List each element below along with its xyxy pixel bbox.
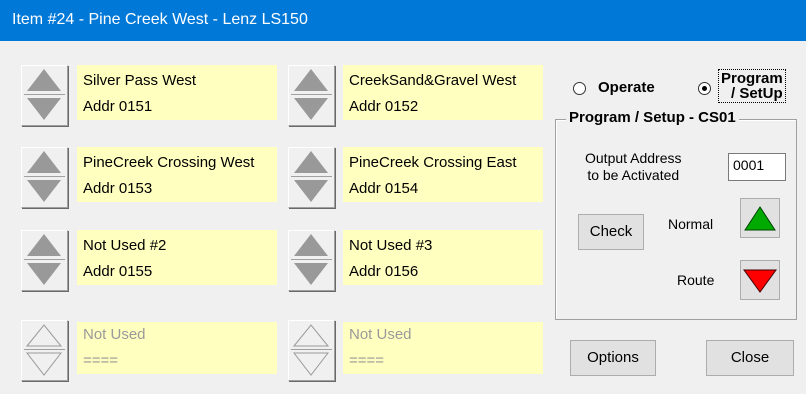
turnout-2-label: CreekSand&Gravel West Addr 0152 bbox=[343, 65, 543, 120]
route-button[interactable] bbox=[740, 260, 780, 300]
turnout-7-reverse-button[interactable] bbox=[25, 352, 63, 376]
red-down-arrow-icon bbox=[743, 269, 777, 293]
output-address-input[interactable]: 0001 bbox=[728, 153, 786, 181]
turnout-8-normal-button[interactable] bbox=[292, 324, 330, 347]
turnout-8-buttons bbox=[288, 320, 335, 381]
program-setup-label[interactable]: Program / SetUp bbox=[718, 69, 786, 103]
turnout-5-label: Not Used #2 Addr 0155 bbox=[77, 230, 277, 285]
turnout-6-normal-button[interactable] bbox=[294, 234, 328, 256]
turnout-1-reverse-button[interactable] bbox=[27, 98, 61, 120]
green-up-arrow-icon bbox=[744, 206, 776, 231]
turnout-7-normal-button[interactable] bbox=[25, 324, 63, 347]
title-bar: Item #24 - Pine Creek West - Lenz LS150 bbox=[0, 0, 806, 41]
route-label: Route bbox=[677, 272, 715, 288]
operate-radio[interactable] bbox=[573, 82, 586, 95]
turnout-7-label: Not Used ==== bbox=[77, 322, 277, 374]
check-button[interactable]: Check bbox=[578, 214, 644, 250]
operate-label[interactable]: Operate bbox=[598, 79, 655, 96]
options-button[interactable]: Options bbox=[570, 340, 656, 376]
turnout-5-reverse-button[interactable] bbox=[27, 263, 61, 285]
turnout-2-buttons bbox=[288, 65, 335, 126]
turnout-7-buttons bbox=[21, 320, 68, 381]
turnout-2-reverse-button[interactable] bbox=[294, 98, 328, 120]
normal-button[interactable] bbox=[740, 198, 780, 238]
turnout-4-label: PineCreek Crossing East Addr 0154 bbox=[343, 147, 543, 202]
turnout-8-reverse-button[interactable] bbox=[292, 352, 330, 376]
turnout-4-buttons bbox=[288, 147, 335, 208]
program-setup-group-title: Program / Setup - CS01 bbox=[566, 109, 739, 126]
turnout-1-normal-button[interactable] bbox=[27, 69, 61, 91]
turnout-8-label: Not Used ==== bbox=[343, 322, 543, 374]
turnout-2-normal-button[interactable] bbox=[294, 69, 328, 91]
normal-label: Normal bbox=[668, 216, 714, 232]
turnout-5-buttons bbox=[21, 230, 68, 291]
turnout-1-buttons bbox=[21, 65, 68, 126]
turnout-6-reverse-button[interactable] bbox=[294, 263, 328, 285]
turnout-3-label: PineCreek Crossing West Addr 0153 bbox=[77, 147, 277, 202]
turnout-4-normal-button[interactable] bbox=[294, 151, 328, 173]
turnout-5-normal-button[interactable] bbox=[27, 234, 61, 256]
turnout-3-normal-button[interactable] bbox=[27, 151, 61, 173]
turnout-3-buttons bbox=[21, 147, 68, 208]
close-button[interactable]: Close bbox=[706, 340, 794, 376]
radio-selected-dot bbox=[702, 86, 707, 91]
turnout-3-reverse-button[interactable] bbox=[27, 180, 61, 202]
turnout-6-label: Not Used #3 Addr 0156 bbox=[343, 230, 543, 285]
output-address-label: Output Address to be Activated bbox=[585, 150, 682, 183]
program-setup-radio[interactable] bbox=[698, 82, 711, 95]
turnout-1-label: Silver Pass West Addr 0151 bbox=[77, 65, 277, 120]
turnout-6-buttons bbox=[288, 230, 335, 291]
window-title: Item #24 - Pine Creek West - Lenz LS150 bbox=[12, 11, 308, 28]
turnout-4-reverse-button[interactable] bbox=[294, 180, 328, 202]
